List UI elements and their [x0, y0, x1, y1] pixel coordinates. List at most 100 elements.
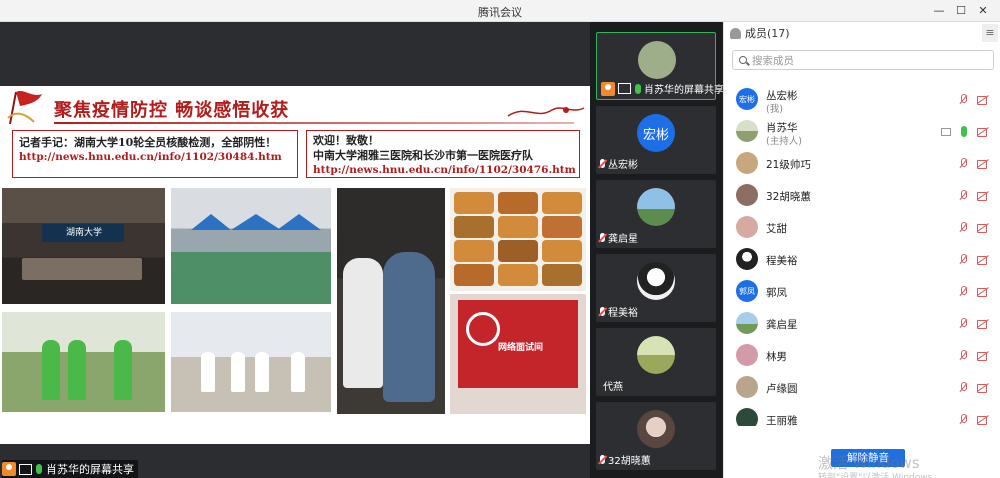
- mic-muted-icon: [600, 159, 605, 168]
- thumb-participant[interactable]: 代燕: [596, 328, 716, 396]
- mic-on-icon: [635, 83, 641, 94]
- member-name: 32胡晓蕙: [766, 191, 811, 203]
- camera-off-icon[interactable]: [977, 159, 989, 169]
- photo-interview-room: 网络面试间: [450, 294, 586, 414]
- activation-watermark-subtitle: 转到"设置"以激活 Windows。: [818, 473, 942, 478]
- thumb-name: 龚启星: [608, 234, 638, 245]
- avatar: [736, 408, 758, 426]
- avatar: [638, 41, 676, 79]
- title-bar: 腾讯会议 — ☐ ✕: [0, 0, 1000, 22]
- photo-room-label: 网络面试间: [498, 343, 544, 353]
- thumb-participant[interactable]: 程美裕: [596, 254, 716, 322]
- mic-muted-icon[interactable]: [959, 414, 967, 425]
- news-text-medical: 中南大学湘雅三医院和长沙市第一医院医疗队: [313, 149, 533, 162]
- mic-muted-icon[interactable]: [959, 190, 967, 201]
- member-row[interactable]: 程美裕: [724, 244, 1000, 274]
- photo-medic: [291, 352, 305, 392]
- maximize-button[interactable]: ☐: [950, 2, 972, 20]
- ornament-icon: [507, 107, 585, 117]
- member-row[interactable]: 艾甜: [724, 212, 1000, 242]
- close-button[interactable]: ✕: [972, 2, 994, 20]
- member-row[interactable]: 林男: [724, 340, 1000, 370]
- photo-meals: [450, 188, 586, 291]
- member-name: 卢缘圆: [766, 383, 798, 395]
- shared-slide: 聚焦疫情防控 畅谈感悟收获 记者手记：湖南大学10轮全员核酸检测，全部阴性！ h…: [0, 86, 590, 444]
- thumb-name: 丛宏彬: [608, 160, 638, 171]
- member-row[interactable]: 21级帅巧: [724, 148, 1000, 178]
- mic-on-icon[interactable]: [961, 126, 967, 137]
- people-icon: [730, 27, 741, 39]
- mic-muted-icon[interactable]: [959, 158, 967, 169]
- screen-share-icon: [618, 83, 631, 94]
- member-row[interactable]: 肖苏华 (主持人): [724, 116, 1000, 147]
- avatar: [637, 410, 675, 448]
- photo-testing-tents: [171, 188, 331, 304]
- camera-off-icon[interactable]: [977, 287, 989, 297]
- photo-meeting-room: 湖南大学: [2, 188, 165, 304]
- photo-table: [22, 258, 142, 280]
- mic-muted-icon[interactable]: [959, 94, 967, 105]
- avatar: [736, 344, 758, 366]
- camera-off-icon[interactable]: [977, 351, 989, 361]
- photo-medic: [343, 258, 383, 388]
- avatar: [637, 188, 675, 226]
- share-caption-label: 肖苏华的屏幕共享: [46, 463, 134, 476]
- minimize-button[interactable]: —: [928, 2, 950, 20]
- mic-muted-icon[interactable]: [959, 318, 967, 329]
- avatar: [736, 248, 758, 270]
- avatar: 郭凤: [736, 280, 758, 302]
- photo-tent: [191, 214, 231, 230]
- camera-off-icon[interactable]: [977, 319, 989, 329]
- member-row[interactable]: 郭凤 郭凤: [724, 276, 1000, 306]
- menu-icon[interactable]: ≡: [982, 24, 998, 42]
- photo-volunteer: [42, 340, 60, 400]
- mic-muted-icon[interactable]: [959, 350, 967, 361]
- avatar: 宏彬: [736, 88, 758, 110]
- member-row[interactable]: 32胡晓蕙: [724, 180, 1000, 210]
- member-row[interactable]: 王丽雅: [724, 404, 1000, 426]
- thumb-screen-share[interactable]: 肖苏华的屏幕共享: [596, 32, 724, 100]
- member-row[interactable]: 卢缘圆: [724, 372, 1000, 402]
- mic-muted-icon: [600, 307, 605, 316]
- mic-muted-icon[interactable]: [959, 254, 967, 265]
- avatar: [736, 120, 758, 142]
- member-name: 林男: [766, 351, 787, 363]
- thumb-participant[interactable]: 龚启星: [596, 180, 716, 248]
- avatar: [736, 184, 758, 206]
- mic-muted-icon[interactable]: [959, 382, 967, 393]
- avatar: [736, 376, 758, 398]
- member-role: (主持人): [766, 136, 802, 147]
- camera-off-icon[interactable]: [977, 127, 989, 137]
- camera-off-icon[interactable]: [977, 383, 989, 393]
- news-text-welcome: 欢迎！致敬！: [313, 134, 379, 147]
- mic-muted-icon[interactable]: [959, 222, 967, 233]
- user-icon: [2, 462, 16, 476]
- screen-share-stage[interactable]: 聚焦疫情防控 畅谈感悟收获 记者手记：湖南大学10轮全员核酸检测，全部阴性！ h…: [0, 22, 590, 478]
- news-link-testing: http://news.hnu.edu.cn/info/1102/30484.h…: [19, 151, 282, 163]
- member-name: 王丽雅: [766, 415, 798, 426]
- camera-off-icon[interactable]: [977, 255, 989, 265]
- member-row[interactable]: 龚启星: [724, 308, 1000, 338]
- avatar: [637, 336, 675, 374]
- camera-off-icon[interactable]: [977, 223, 989, 233]
- search-icon: [739, 56, 747, 64]
- thumb-participant[interactable]: 32胡晓蕙: [596, 402, 716, 470]
- member-status: [959, 318, 989, 329]
- screen-share-icon: [19, 463, 32, 475]
- camera-off-icon[interactable]: [977, 191, 989, 201]
- camera-off-icon[interactable]: [977, 95, 989, 105]
- mic-muted-icon[interactable]: [959, 286, 967, 297]
- thumb-participant[interactable]: 宏彬 丛宏彬: [596, 106, 716, 174]
- member-status: [959, 190, 989, 201]
- camera-off-icon[interactable]: [977, 415, 989, 425]
- photo-student: [383, 252, 435, 402]
- mic-on-icon: [36, 464, 42, 474]
- window-title: 腾讯会议: [478, 6, 522, 19]
- slide-title: 聚焦疫情防控 畅谈感悟收获: [54, 100, 290, 121]
- member-name: 艾甜: [766, 223, 787, 235]
- photo-tent: [277, 214, 321, 230]
- member-row[interactable]: 宏彬 丛宏彬 (我): [724, 84, 1000, 115]
- thumb-label: 32胡晓蕙: [600, 452, 651, 467]
- member-name: 郭凤: [766, 287, 787, 299]
- member-search-input[interactable]: 搜索成员: [732, 50, 994, 70]
